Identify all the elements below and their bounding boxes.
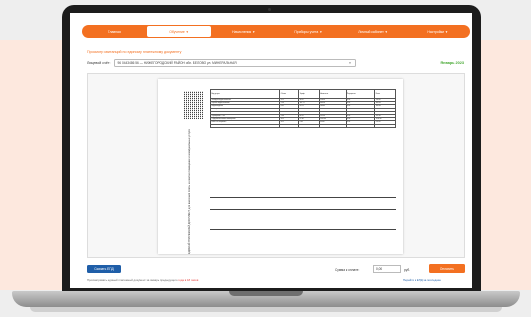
document-vertical-text: ЕДИНЫЙ ПЛАТЕЖНЫЙ ДОКУМЕНТ для внесения п… bbox=[188, 129, 191, 254]
nav-item-training[interactable]: Обучение ▼ bbox=[146, 26, 212, 37]
nav-item-charges[interactable]: Начисления ▼ bbox=[211, 25, 276, 38]
account-value: 96 0443486 56 — НИЖЕГОРОДСКИЙ РАЙОН обл.… bbox=[117, 61, 237, 65]
table-cell bbox=[298, 123, 320, 128]
table-cell: Объем bbox=[279, 89, 300, 99]
laptop-shadow bbox=[30, 307, 502, 312]
document-viewer[interactable]: ЕДИНЫЙ ПЛАТЕЖНЫЙ ДОКУМЕНТ для внесения п… bbox=[87, 73, 465, 258]
table-cell: Итого к оплате bbox=[209, 123, 281, 128]
nav-label: Обучение bbox=[169, 29, 185, 34]
laptop-notch bbox=[229, 291, 303, 296]
pay-button[interactable]: Оплатить bbox=[429, 264, 465, 273]
nav-item-account[interactable]: Личный кабинет ▼ bbox=[341, 25, 406, 38]
table-row: Итого к оплате 6303.90 0.00 6303.90 bbox=[209, 123, 396, 128]
table-cell: Вид услуги bbox=[209, 89, 281, 99]
nav-label: Главная bbox=[107, 29, 121, 34]
nav-label: Начисления bbox=[232, 29, 252, 34]
account-select[interactable]: 96 0443486 56 — НИЖЕГОРОДСКИЙ РАЙОН обл.… bbox=[113, 59, 356, 67]
document-table: Вид услуги Объем Тариф Начислено Перерасчет И… bbox=[209, 89, 396, 128]
laptop-screen: Главная Обучение ▼ Начисления ▼ Приборы уч… bbox=[70, 13, 472, 288]
chevron-down-icon: ▼ bbox=[445, 29, 448, 34]
nav-item-settings[interactable]: Настройки ▼ bbox=[405, 25, 470, 38]
table-cell bbox=[279, 123, 300, 128]
table-cell: Итого bbox=[374, 89, 396, 99]
nav-item-meters[interactable]: Приборы учета ▼ bbox=[276, 25, 341, 38]
chevron-down-icon: ▼ bbox=[384, 29, 388, 34]
account-row: Лицевой счёт: 96 0443486 56 — НИЖЕГОРОДС… bbox=[87, 58, 467, 68]
section-divider bbox=[210, 229, 396, 230]
document-page: ЕДИНЫЙ ПЛАТЕЖНЫЙ ДОКУМЕНТ для внесения п… bbox=[158, 79, 403, 254]
table-cell: Начислено bbox=[318, 89, 347, 99]
footer-note-warning: года в 18 часов bbox=[178, 278, 199, 282]
pay-unit-label: руб. bbox=[404, 268, 411, 272]
account-label: Лицевой счёт: bbox=[87, 61, 111, 65]
chevron-down-icon: ▼ bbox=[319, 29, 323, 34]
download-button[interactable]: Скачать ЕПД bbox=[87, 265, 121, 273]
period-label: Январь 2023 bbox=[440, 61, 464, 65]
table-cell: 6303.90 bbox=[318, 123, 347, 128]
table-cell: 6303.90 bbox=[374, 123, 396, 128]
qr-code-icon bbox=[184, 91, 204, 119]
pay-amount-label: Сумма к оплате: bbox=[335, 268, 360, 272]
main-nav: Главная Обучение ▼ Начисления ▼ Приборы уч… bbox=[82, 25, 470, 38]
table-cell: Тариф bbox=[298, 89, 320, 99]
chevron-down-icon: ▼ bbox=[252, 29, 256, 34]
section-divider bbox=[210, 209, 396, 210]
camera-dot bbox=[268, 8, 271, 11]
table-cell: 0.00 bbox=[345, 123, 376, 128]
chevron-down-icon: ▼ bbox=[185, 29, 189, 34]
archive-link[interactable]: Перейти к ЕПД за последние bbox=[403, 278, 441, 282]
nav-item-home[interactable]: Главная bbox=[82, 25, 147, 38]
table-row: Вид услуги Объем Тариф Начислено Перерасчет И… bbox=[209, 89, 396, 99]
pay-amount-input[interactable]: 0,00 bbox=[373, 265, 401, 273]
nav-label: Приборы учета bbox=[294, 29, 319, 34]
footer-note: Просматривать единый платежный документ … bbox=[87, 278, 198, 282]
page-title: Просмотр квитанций по единому платежному… bbox=[87, 50, 182, 54]
chevron-down-icon: ▼ bbox=[348, 61, 352, 65]
section-divider bbox=[210, 197, 396, 198]
nav-label: Настройки bbox=[427, 29, 445, 34]
table-cell: Перерасчет bbox=[345, 89, 376, 99]
nav-label: Личный кабинет bbox=[358, 29, 384, 34]
footer-note-text: Просматривать единый платежный документ … bbox=[87, 278, 178, 282]
